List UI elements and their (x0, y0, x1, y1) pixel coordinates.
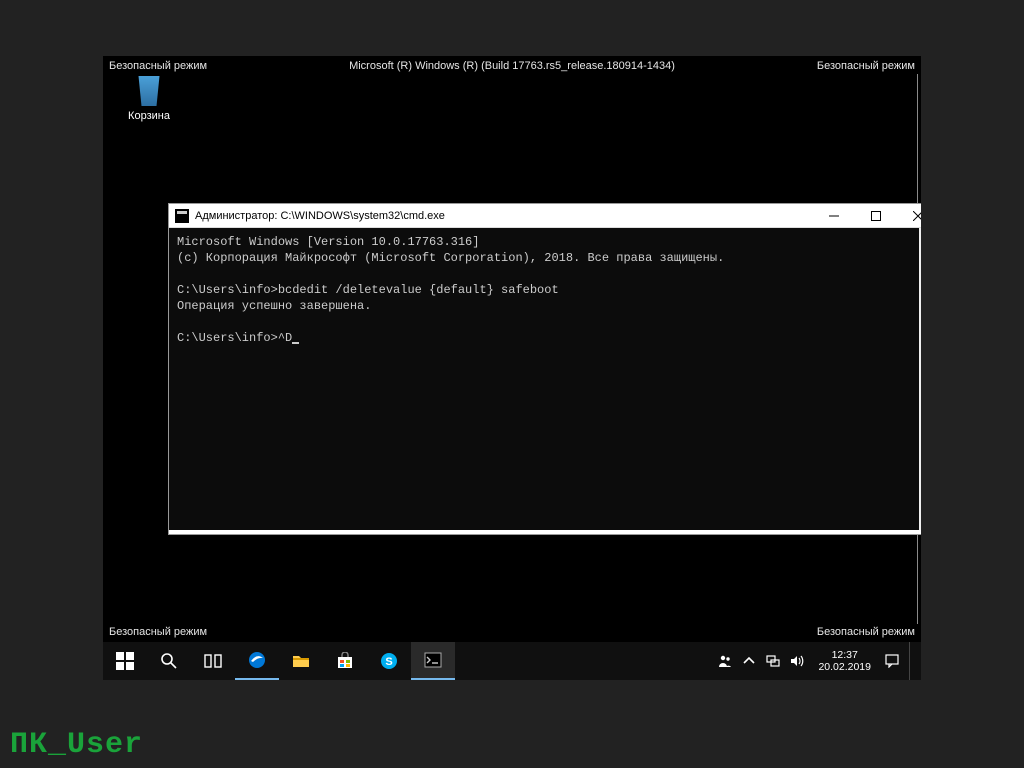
network-icon[interactable] (766, 654, 780, 668)
cursor-icon (292, 342, 299, 344)
cmd-title: Администратор: C:\WINDOWS\system32\cmd.e… (195, 210, 813, 222)
cmd-line: Операция успешно завершена. (177, 299, 371, 313)
clock-date: 20.02.2019 (818, 661, 871, 673)
edge-taskbar-button[interactable] (235, 642, 279, 680)
cmd-app-icon (175, 209, 189, 223)
search-icon (160, 652, 178, 670)
clock-time: 12:37 (818, 649, 871, 661)
windows-logo-icon (116, 652, 134, 670)
close-button[interactable] (897, 204, 921, 228)
maximize-button[interactable] (855, 204, 897, 228)
cmd-output[interactable]: Microsoft Windows [Version 10.0.17763.31… (169, 228, 919, 530)
skype-icon: S (380, 652, 398, 670)
build-info: Microsoft (R) Windows (R) (Build 17763.r… (103, 60, 921, 72)
safe-mode-label-bottom-right: Безопасный режим (817, 626, 915, 638)
cmd-line: (c) Корпорация Майкрософт (Microsoft Cor… (177, 251, 724, 265)
system-tray: 12:37 20.02.2019 (718, 642, 921, 680)
scroll-down-icon[interactable] (919, 514, 921, 530)
cmd-line: Microsoft Windows [Version 10.0.17763.31… (177, 235, 479, 249)
cmd-line: C:\Users\info>^D (177, 331, 292, 345)
action-center-icon[interactable] (885, 654, 899, 668)
desktop: Безопасный режим Microsoft (R) Windows (… (103, 56, 921, 680)
recycle-bin[interactable]: Корзина (119, 76, 179, 122)
taskbar-clock[interactable]: 12:37 20.02.2019 (814, 649, 875, 673)
skype-taskbar-button[interactable]: S (367, 642, 411, 680)
store-taskbar-button[interactable] (323, 642, 367, 680)
search-button[interactable] (147, 642, 191, 680)
cmd-scrollbar[interactable] (919, 228, 921, 530)
store-icon (336, 652, 354, 670)
cmd-line: C:\Users\info>bcdedit /deletevalue {defa… (177, 283, 559, 297)
volume-icon[interactable] (790, 654, 804, 668)
folder-icon (292, 652, 310, 670)
desktop-footer: Безопасный режим Безопасный режим (103, 626, 921, 638)
scroll-up-icon[interactable] (919, 228, 921, 244)
start-button[interactable] (103, 642, 147, 680)
cmd-titlebar[interactable]: Администратор: C:\WINDOWS\system32\cmd.e… (169, 204, 921, 228)
task-view-icon (204, 652, 222, 670)
cmd-taskbar-button[interactable] (411, 642, 455, 680)
recycle-bin-label: Корзина (119, 110, 179, 122)
chevron-up-icon[interactable] (742, 654, 756, 668)
show-desktop-button[interactable] (909, 642, 915, 680)
terminal-icon (424, 651, 442, 669)
desktop-header: Безопасный режим Microsoft (R) Windows (… (103, 60, 921, 72)
people-icon[interactable] (718, 654, 732, 668)
minimize-button[interactable] (813, 204, 855, 228)
explorer-taskbar-button[interactable] (279, 642, 323, 680)
taskbar: S 12:37 20.02.2019 (103, 642, 921, 680)
svg-text:S: S (385, 656, 392, 668)
task-view-button[interactable] (191, 642, 235, 680)
cmd-body-wrap: Microsoft Windows [Version 10.0.17763.31… (169, 228, 921, 534)
edge-icon (248, 651, 266, 669)
safe-mode-label-bottom-left: Безопасный режим (109, 626, 207, 638)
cmd-window: Администратор: C:\WINDOWS\system32\cmd.e… (169, 204, 921, 534)
watermark: ПК_User (10, 728, 143, 762)
recycle-bin-icon (134, 76, 164, 106)
